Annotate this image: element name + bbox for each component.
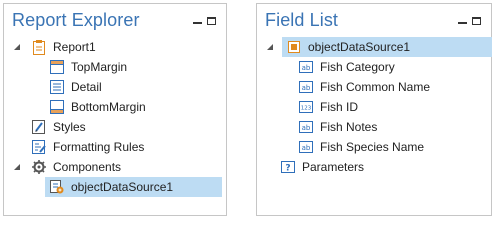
expanded-arrow-icon[interactable] <box>13 162 23 172</box>
report-explorer-panel: Report Explorer Report1 TopMargin Detail… <box>3 3 227 216</box>
tree-item-label: Fish ID <box>320 100 359 114</box>
minimize-icon[interactable] <box>193 16 202 25</box>
tree-item-topmargin[interactable]: TopMargin <box>49 57 225 77</box>
report-icon <box>31 39 47 55</box>
report-explorer-title: Report Explorer <box>12 10 140 30</box>
tree-item-bottommargin[interactable]: BottomMargin <box>49 97 225 117</box>
string-field-icon: ab <box>298 139 314 155</box>
report-explorer-window-buttons <box>193 16 216 25</box>
maximize-icon[interactable] <box>472 16 481 25</box>
field-item-fish-common-name[interactable]: ab Fish Common Name <box>298 77 490 97</box>
svg-text:ab: ab <box>302 84 311 92</box>
expanded-arrow-icon[interactable] <box>13 42 23 52</box>
datasource-icon <box>286 39 302 55</box>
tree-item-label: TopMargin <box>71 60 128 74</box>
field-list-panel: Field List objectDataSource1 ab Fish Cat… <box>256 3 492 216</box>
field-item-fish-id[interactable]: 123 Fish ID <box>298 97 490 117</box>
tree-item-label: objectDataSource1 <box>308 40 411 54</box>
svg-text:123: 123 <box>301 106 312 112</box>
parameters-icon: ? <box>280 159 296 175</box>
svg-text:?: ? <box>285 164 290 174</box>
expanded-arrow-icon[interactable] <box>266 42 276 52</box>
minimize-icon[interactable] <box>458 16 467 25</box>
tree-item-components[interactable]: Components <box>13 157 225 177</box>
string-field-icon: ab <box>298 59 314 75</box>
number-field-icon: 123 <box>298 99 314 115</box>
formatting-rules-icon <box>31 139 47 155</box>
band-icon <box>49 59 65 75</box>
tree-item-label: Fish Notes <box>320 120 378 134</box>
svg-text:ab: ab <box>302 144 311 152</box>
maximize-icon[interactable] <box>207 16 216 25</box>
tree-item-report1[interactable]: Report1 <box>13 37 225 57</box>
tree-item-formatting-rules[interactable]: Formatting Rules <box>31 137 225 157</box>
field-item-fish-category[interactable]: ab Fish Category <box>298 57 490 77</box>
detail-band-icon <box>49 79 65 95</box>
styles-icon <box>31 119 47 135</box>
tree-item-label: Styles <box>53 120 86 134</box>
tree-item-label: Detail <box>71 80 102 94</box>
tree-item-label: Formatting Rules <box>53 140 145 154</box>
tree-item-label: Report1 <box>53 40 96 54</box>
tree-item-label: objectDataSource1 <box>71 180 174 194</box>
field-item-fish-notes[interactable]: ab Fish Notes <box>298 117 490 137</box>
tree-item-label: Fish Category <box>320 60 395 74</box>
tree-item-detail[interactable]: Detail <box>49 77 225 97</box>
svg-text:ab: ab <box>302 124 311 132</box>
gear-icon <box>31 159 47 175</box>
object-datasource-icon <box>49 179 65 195</box>
tree-item-objectdatasource1[interactable]: objectDataSource1 <box>45 177 222 197</box>
tree-item-label: Parameters <box>302 160 365 174</box>
tree-item-label: Fish Common Name <box>320 80 431 94</box>
band-icon <box>49 99 65 115</box>
tree-item-datasource[interactable]: objectDataSource1 <box>266 37 492 57</box>
string-field-icon: ab <box>298 119 314 135</box>
datasource-selection[interactable]: objectDataSource1 <box>282 37 492 57</box>
tree-item-styles[interactable]: Styles <box>31 117 225 137</box>
svg-text:ab: ab <box>302 64 311 72</box>
tree-item-label: BottomMargin <box>71 100 146 114</box>
tree-item-parameters[interactable]: ? Parameters <box>280 157 490 177</box>
field-item-fish-species-name[interactable]: ab Fish Species Name <box>298 137 490 157</box>
field-list-window-buttons <box>458 16 481 25</box>
field-list-title: Field List <box>265 10 339 30</box>
tree-item-label: Fish Species Name <box>320 140 425 154</box>
tree-item-label: Components <box>53 160 122 174</box>
string-field-icon: ab <box>298 79 314 95</box>
